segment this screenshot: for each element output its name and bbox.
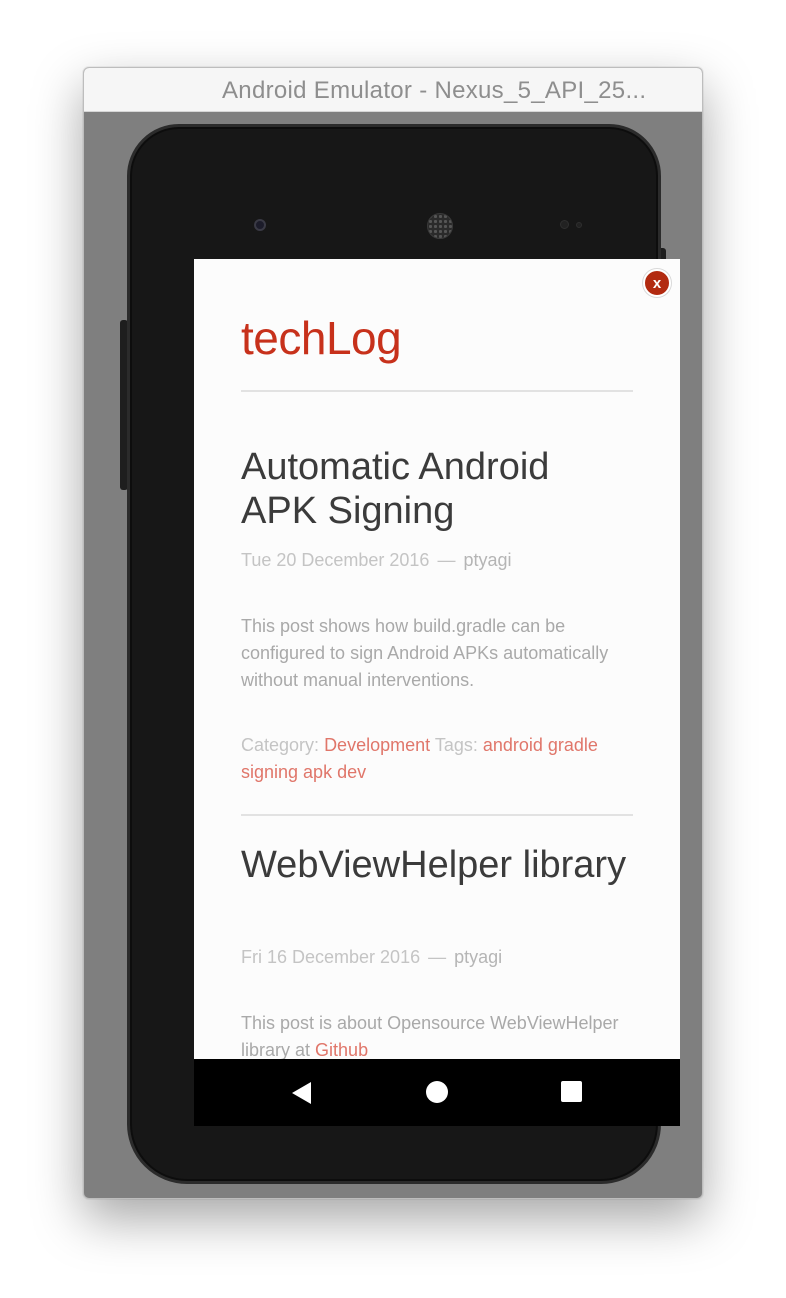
category-label: Category: — [241, 735, 320, 755]
window-titlebar[interactable]: Android Emulator - Nexus_5_API_25... — [84, 68, 702, 112]
header-divider — [241, 390, 633, 392]
light-sensor-icon — [576, 222, 582, 228]
window-title: Android Emulator - Nexus_5_API_25... — [222, 77, 647, 104]
github-link[interactable]: Github — [315, 1040, 368, 1059]
post-author: ptyagi — [463, 550, 512, 570]
meta-separator: — — [437, 550, 456, 570]
close-button[interactable]: x — [643, 269, 671, 297]
recents-icon[interactable] — [561, 1081, 582, 1102]
proximity-sensor-icon — [560, 220, 569, 229]
post-date: Tue 20 December 2016 — [241, 550, 430, 570]
post-author: ptyagi — [454, 947, 503, 967]
emulator-window: Android Emulator - Nexus_5_API_25... x t… — [83, 67, 703, 1199]
post-summary-2: This post is about Opensource WebViewHel… — [241, 1010, 633, 1059]
post-meta-1: Tue 20 December 2016 — ptyagi — [241, 550, 512, 571]
site-title[interactable]: techLog — [241, 311, 402, 365]
earpiece-speaker-icon — [427, 213, 453, 239]
post-taxonomy-1: Category: Development Tags: android grad… — [241, 732, 633, 786]
device-screen[interactable]: x techLog Automatic Android APK Signing … — [194, 259, 680, 1059]
category-link[interactable]: Development — [324, 735, 430, 755]
back-icon[interactable] — [292, 1082, 311, 1104]
post-meta-2: Fri 16 December 2016 — ptyagi — [241, 947, 502, 968]
phone-frame: x techLog Automatic Android APK Signing … — [127, 124, 680, 1184]
meta-separator: — — [428, 947, 447, 967]
post-divider — [241, 814, 633, 816]
summary-text: This post is about Opensource WebViewHel… — [241, 1013, 619, 1059]
tags-label: Tags: — [434, 735, 478, 755]
android-nav-bar — [194, 1059, 680, 1126]
post-title-2[interactable]: WebViewHelper library — [241, 843, 633, 887]
post-title-1[interactable]: Automatic Android APK Signing — [241, 445, 633, 533]
post-date: Fri 16 December 2016 — [241, 947, 421, 967]
home-icon[interactable] — [426, 1081, 448, 1103]
front-camera-icon — [254, 219, 266, 231]
post-summary-1: This post shows how build.gradle can be … — [241, 616, 609, 690]
